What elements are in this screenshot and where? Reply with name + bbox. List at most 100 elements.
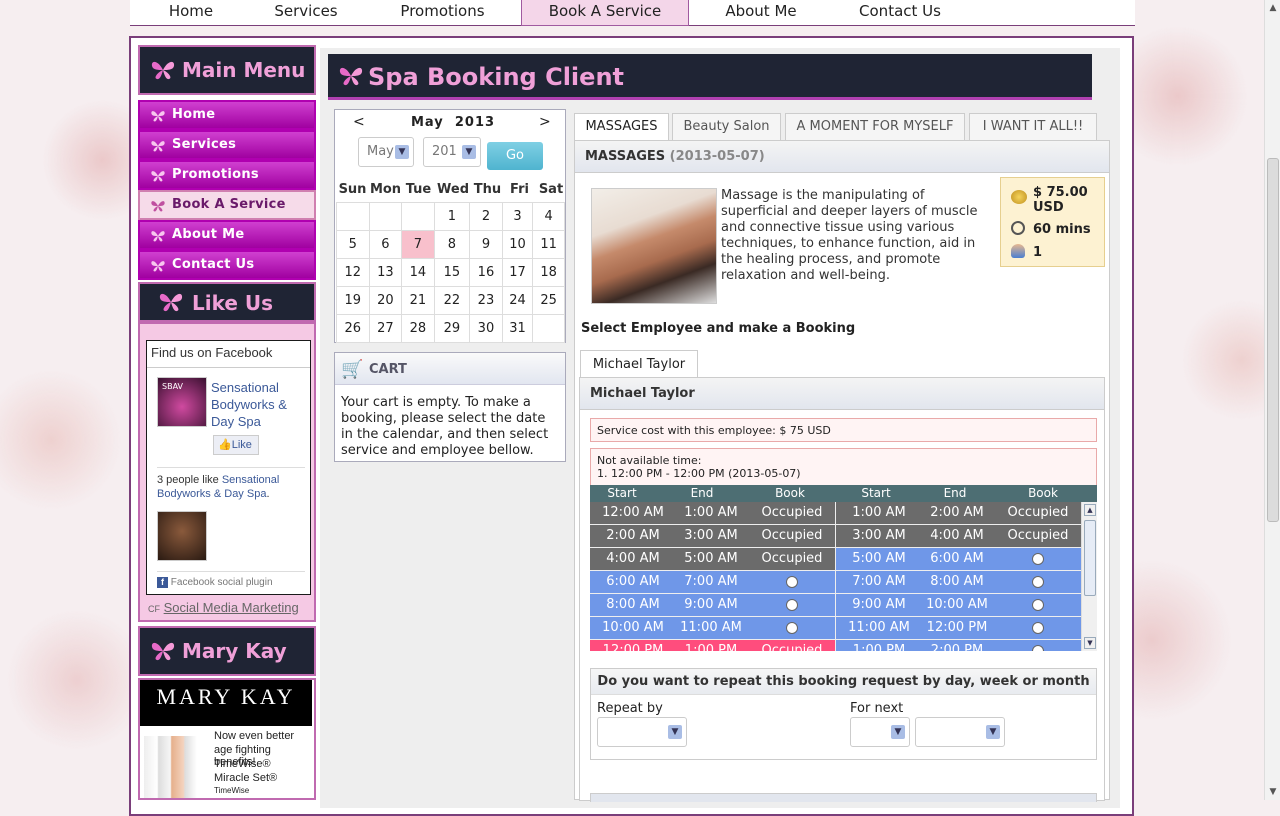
tab-massages[interactable]: MASSAGES [574, 113, 669, 141]
slot-start: 9:00 AM [852, 597, 906, 612]
fan-avatar[interactable] [157, 511, 207, 561]
slot-end: 7:00 AM [684, 574, 738, 589]
calendar-day[interactable]: 15 [433, 258, 471, 287]
calendar-day[interactable]: 4 [532, 202, 565, 231]
nav-book-a-service[interactable]: Book A Service [521, 0, 689, 26]
calendar-day[interactable]: 19 [336, 286, 370, 315]
calendar-day[interactable]: 6 [368, 230, 403, 259]
calendar-day[interactable]: 5 [336, 230, 370, 259]
calendar-day[interactable]: 17 [501, 258, 534, 287]
book-slot-radio[interactable] [1032, 553, 1044, 565]
calendar-day[interactable]: 7 [401, 230, 435, 259]
repeat-by-select[interactable]: ▼ [597, 717, 687, 747]
scrollbar-down-arrow[interactable]: ▼ [1265, 784, 1280, 800]
book-slot-radio[interactable] [1032, 599, 1044, 611]
mary-kay-logo: MARY KAY [140, 680, 312, 726]
sidebar-item-book-a-service[interactable]: Book A Service [138, 190, 316, 220]
calendar-day[interactable]: 26 [336, 314, 370, 343]
calendar-day[interactable]: 9 [469, 230, 503, 259]
sidebar-item-promotions[interactable]: Promotions [138, 160, 316, 190]
calendar-day[interactable]: 30 [469, 314, 503, 343]
scroll-down-icon[interactable]: ▼ [1084, 637, 1096, 649]
time-slot[interactable]: 11:00 AM 12:00 PM [836, 617, 1081, 639]
time-slot[interactable]: 10:00 AM 11:00 AM [590, 617, 835, 639]
not-available-box: Not available time: 1. 12:00 PM - 12:00 … [590, 448, 1097, 486]
calendar-day[interactable]: 16 [469, 258, 503, 287]
tab-moment-for-myself[interactable]: A MOMENT FOR MYSELF [785, 113, 965, 141]
facebook-page-name[interactable]: Sensational Bodyworks & Day Spa [211, 379, 307, 430]
chevron-down-icon: ▼ [395, 145, 409, 159]
go-button[interactable]: Go [487, 142, 543, 170]
slot-start: 8:00 AM [606, 597, 660, 612]
month-select[interactable]: May ▼ [358, 137, 414, 167]
book-slot-radio[interactable] [1032, 576, 1044, 588]
social-media-link[interactable]: Social Media Marketing [164, 600, 299, 615]
facebook-like-button[interactable]: 👍Like [213, 435, 259, 455]
calendar-day[interactable]: 31 [501, 314, 534, 343]
calendar-day[interactable]: 1 [433, 202, 471, 231]
calendar-day[interactable]: 21 [401, 286, 435, 315]
mary-kay-ad[interactable]: MARY KAY Now even better age fighting be… [138, 678, 316, 800]
nav-contact-us[interactable]: Contact Us [840, 0, 960, 26]
book-slot-radio[interactable] [1032, 622, 1044, 634]
calendar-day[interactable]: 22 [433, 286, 471, 315]
calendar-day[interactable]: 8 [433, 230, 471, 259]
calendar-day[interactable]: 27 [368, 314, 403, 343]
tab-beauty-salon[interactable]: Beauty Salon [672, 113, 781, 141]
sidebar-item-label: Promotions [172, 167, 259, 182]
calendar-next-button[interactable]: > [539, 114, 551, 130]
sidebar-item-home[interactable]: Home [138, 100, 316, 130]
calendar-day[interactable]: 11 [532, 230, 565, 259]
window-scrollbar[interactable]: ▲ ▼ [1264, 0, 1280, 800]
calendar-day[interactable]: 18 [532, 258, 565, 287]
time-slot[interactable]: 6:00 AM 7:00 AM [590, 571, 835, 593]
calendar-day[interactable]: 29 [433, 314, 471, 343]
header-start: Start [607, 486, 637, 500]
book-slot-radio[interactable] [1032, 645, 1044, 651]
cost-note: Service cost with this employee: $ 75 US… [590, 418, 1097, 442]
scrollbar-thumb[interactable] [1267, 158, 1279, 522]
calendar-day[interactable]: 28 [401, 314, 435, 343]
slot-start: 5:00 AM [852, 551, 906, 566]
calendar-day[interactable]: 3 [501, 202, 534, 231]
year-select[interactable]: 201 ▼ [423, 137, 481, 167]
book-slot-radio[interactable] [786, 622, 798, 634]
facebook-plugin-label: f Facebook social plugin [157, 577, 273, 588]
slot-scrollbar[interactable]: ▲ ▼ [1081, 502, 1097, 651]
calendar-day[interactable]: 13 [368, 258, 403, 287]
time-slot[interactable]: 1:00 PM 2:00 PM [836, 640, 1081, 651]
nav-promotions[interactable]: Promotions [380, 0, 505, 26]
calendar-prev-button[interactable]: < [353, 114, 365, 130]
calendar-day[interactable]: 25 [532, 286, 565, 315]
calendar-day[interactable]: 14 [401, 258, 435, 287]
sidebar-item-contact-us[interactable]: Contact Us [138, 250, 316, 280]
mary-kay-title: Mary Kay [182, 639, 287, 663]
time-slot[interactable]: 8:00 AM 9:00 AM [590, 594, 835, 616]
book-slot-radio[interactable] [786, 576, 798, 588]
time-slot[interactable]: 5:00 AM 6:00 AM [836, 548, 1081, 570]
weekday-label: Wed [437, 182, 469, 197]
employee-tab-michael-taylor[interactable]: Michael Taylor [580, 350, 698, 378]
time-slot[interactable]: 7:00 AM 8:00 AM [836, 571, 1081, 593]
calendar-day[interactable]: 24 [501, 286, 534, 315]
time-slot[interactable]: 9:00 AM 10:00 AM [836, 594, 1081, 616]
scroll-thumb[interactable] [1084, 520, 1096, 596]
calendar-day[interactable]: 10 [501, 230, 534, 259]
scrollbar-up-arrow[interactable]: ▲ [1265, 0, 1280, 16]
tab-i-want-it-all[interactable]: I WANT IT ALL!! [969, 113, 1097, 141]
calendar-day[interactable]: 20 [368, 286, 403, 315]
slot-start: 6:00 AM [606, 574, 660, 589]
sidebar-item-about-me[interactable]: About Me [138, 220, 316, 250]
nav-about-me[interactable]: About Me [702, 0, 820, 26]
page-avatar[interactable]: SBAV [157, 377, 207, 427]
nav-services[interactable]: Services [256, 0, 356, 26]
for-next-count-select[interactable]: ▼ [850, 717, 910, 747]
for-next-unit-select[interactable]: ▼ [915, 717, 1005, 747]
sidebar-item-services[interactable]: Services [138, 130, 316, 160]
calendar-day[interactable]: 23 [469, 286, 503, 315]
book-slot-radio[interactable] [786, 599, 798, 611]
calendar-day[interactable]: 12 [336, 258, 370, 287]
scroll-up-icon[interactable]: ▲ [1084, 504, 1096, 516]
calendar-day[interactable]: 2 [469, 202, 503, 231]
nav-home[interactable]: Home [140, 0, 242, 26]
